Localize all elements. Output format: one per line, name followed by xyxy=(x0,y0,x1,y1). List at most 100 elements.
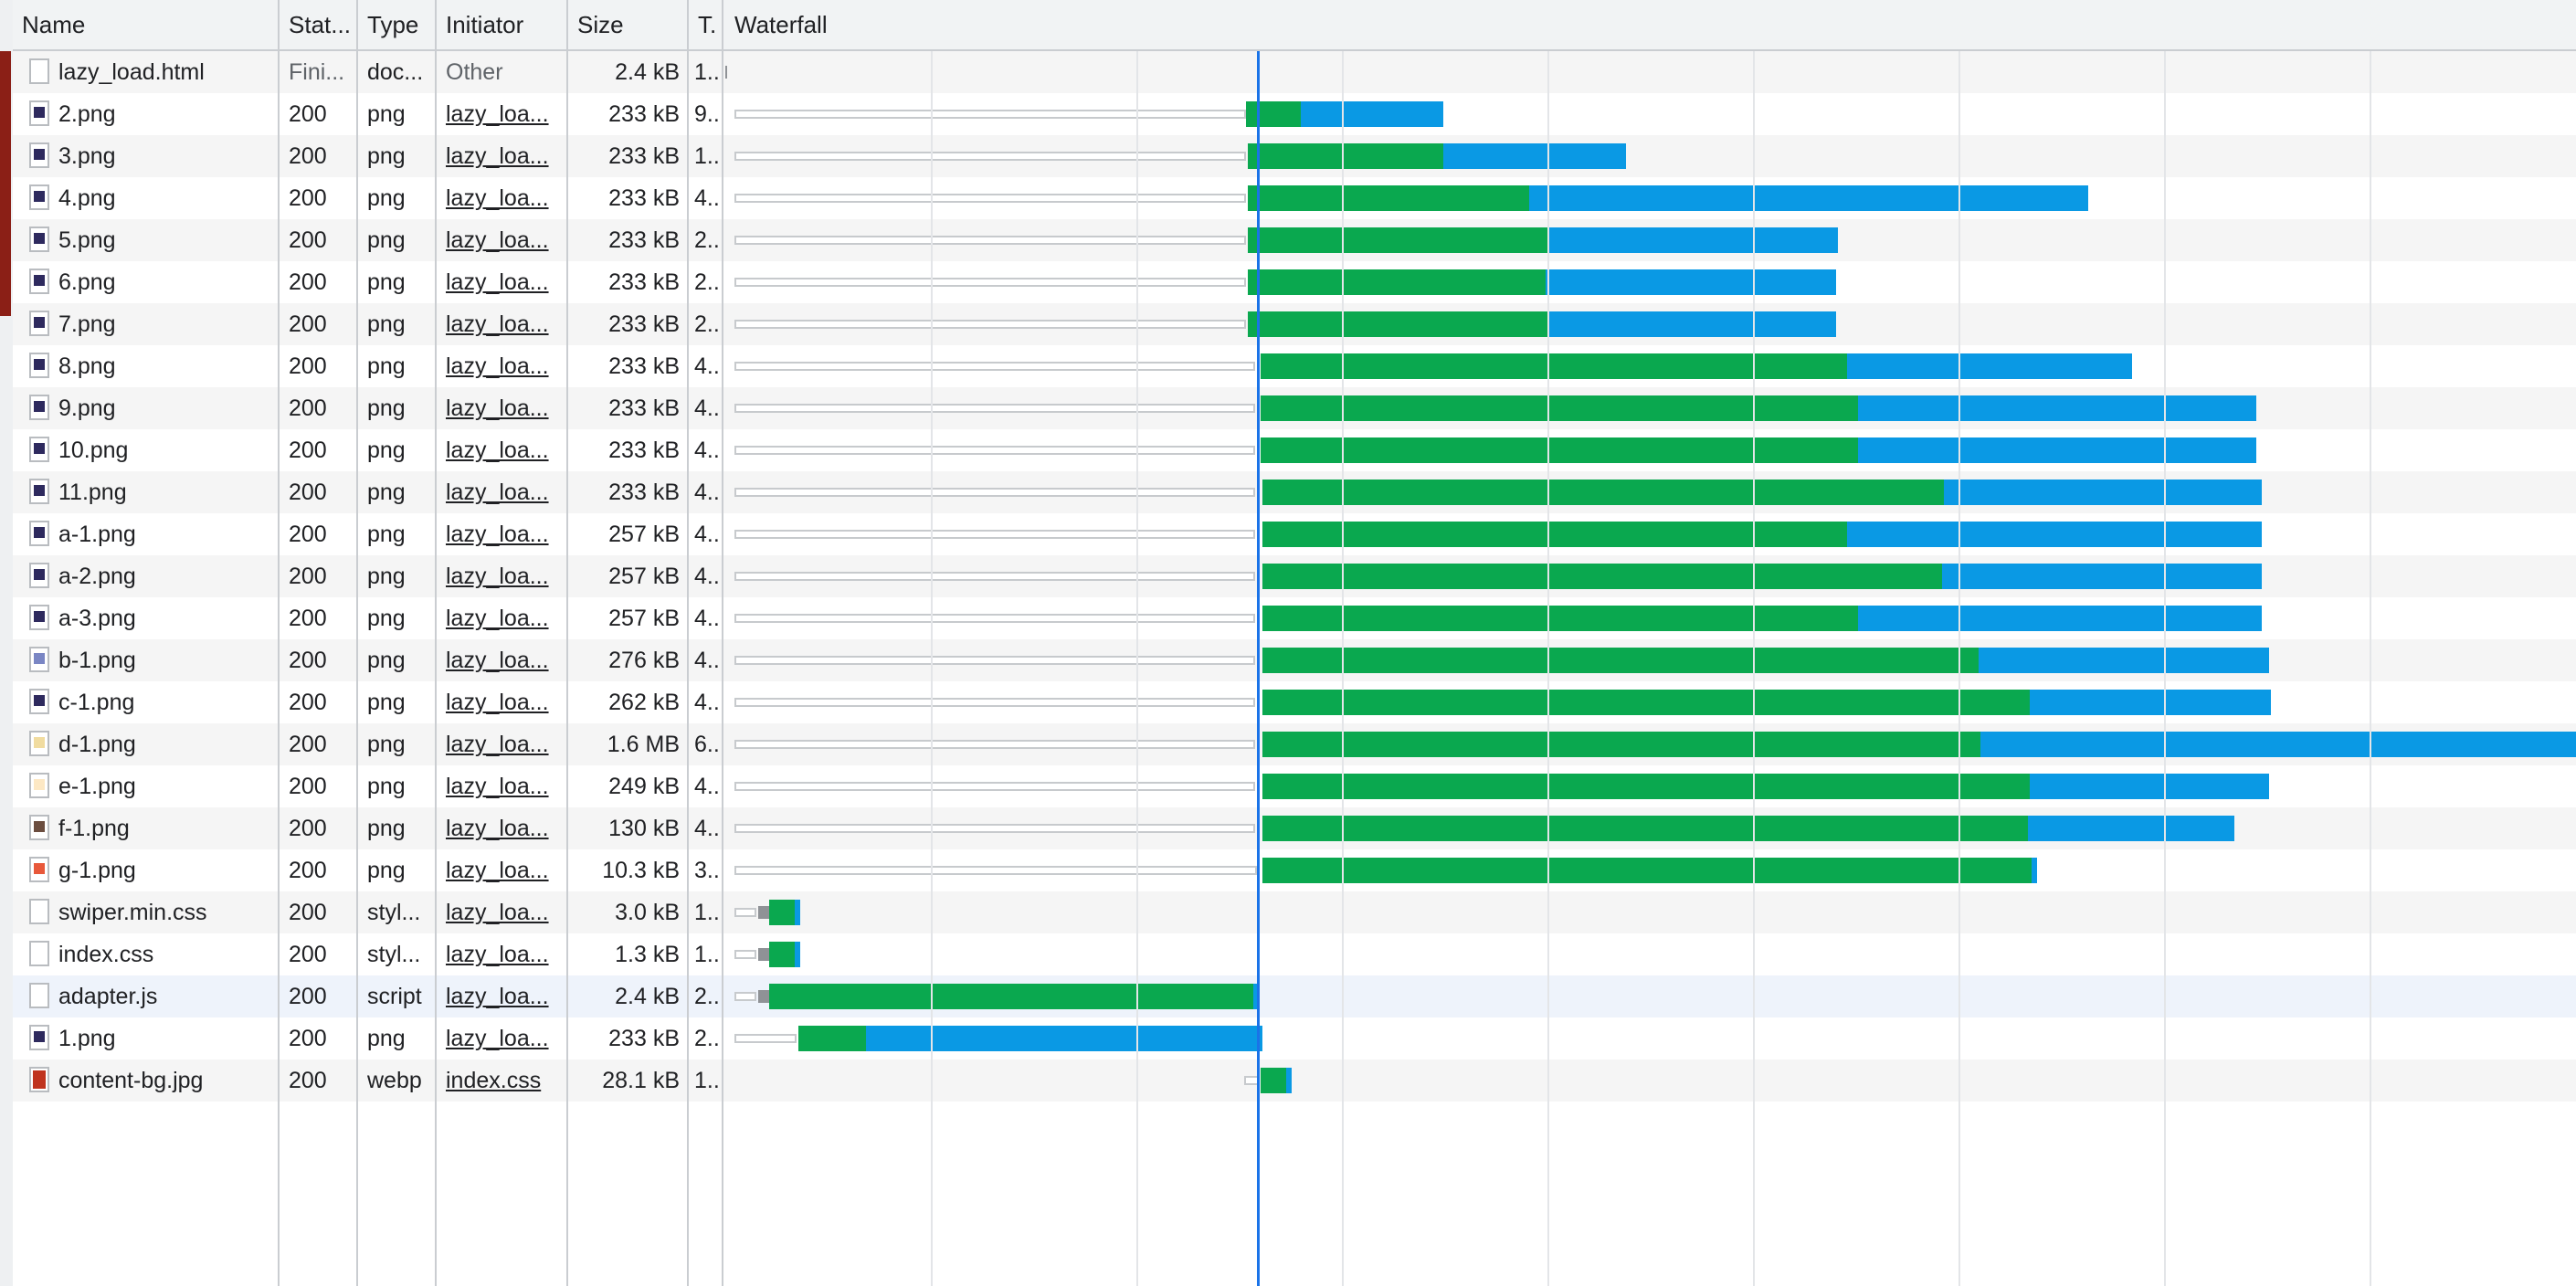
request-type: png xyxy=(367,522,406,547)
initiator-link[interactable]: lazy_loa... xyxy=(446,774,549,799)
initiator-link[interactable]: lazy_loa... xyxy=(446,185,549,211)
waterfall-queueing-bar xyxy=(734,614,1255,623)
initiator-link[interactable]: index.css xyxy=(446,1068,541,1093)
request-initiator[interactable]: lazy_loa... xyxy=(437,681,566,723)
initiator-link[interactable]: lazy_loa... xyxy=(446,984,549,1009)
request-row[interactable]: a-2.png 200 png lazy_loa... 257 kB 4.. xyxy=(13,555,2576,597)
request-row[interactable]: adapter.js 200 script lazy_loa... 2.4 kB 2.. xyxy=(13,975,2576,1017)
request-initiator[interactable]: lazy_loa... xyxy=(437,513,566,555)
column-header-waterfall[interactable]: Waterfall xyxy=(725,0,1091,49)
initiator-link[interactable]: lazy_loa... xyxy=(446,311,549,337)
initiator-link[interactable]: lazy_loa... xyxy=(446,395,549,421)
column-header-initiator[interactable]: Initiator xyxy=(437,0,566,49)
request-row[interactable]: 3.png 200 png lazy_loa... 233 kB 1.. xyxy=(13,135,2576,177)
request-row[interactable]: g-1.png 200 png lazy_loa... 10.3 kB 3.. xyxy=(13,849,2576,891)
request-row[interactable]: c-1.png 200 png lazy_loa... 262 kB 4.. xyxy=(13,681,2576,723)
request-initiator[interactable]: index.css xyxy=(437,1059,566,1102)
request-size: 233 kB xyxy=(608,101,680,127)
request-initiator[interactable]: lazy_loa... xyxy=(437,975,566,1017)
request-initiator[interactable]: lazy_loa... xyxy=(437,597,566,639)
request-initiator[interactable]: lazy_loa... xyxy=(437,723,566,765)
request-initiator[interactable]: lazy_loa... xyxy=(437,471,566,513)
initiator-link[interactable]: lazy_loa... xyxy=(446,269,549,295)
request-status: 200 xyxy=(289,942,327,967)
initiator-link[interactable]: lazy_loa... xyxy=(446,1026,549,1051)
initiator-link[interactable]: lazy_loa... xyxy=(446,900,549,925)
column-header-size[interactable]: Size xyxy=(568,0,687,49)
request-row[interactable]: content-bg.jpg 200 webp index.css 28.1 kB 1.. xyxy=(13,1059,2576,1102)
column-divider[interactable] xyxy=(566,0,568,1286)
request-status: 200 xyxy=(289,858,327,883)
waterfall-queueing-bar xyxy=(734,488,1255,497)
column-divider[interactable] xyxy=(722,0,723,1286)
request-row[interactable]: 11.png 200 png lazy_loa... 233 kB 4.. xyxy=(13,471,2576,513)
request-initiator[interactable]: lazy_loa... xyxy=(437,555,566,597)
request-time: 2.. xyxy=(694,311,720,337)
request-row[interactable]: d-1.png 200 png lazy_loa... 1.6 MB 6.. xyxy=(13,723,2576,765)
request-row[interactable]: lazy_load.html Fini... doc... Other 2.4 kB 1.… xyxy=(13,51,2576,93)
request-row[interactable]: 7.png 200 png lazy_loa... 233 kB 2.. xyxy=(13,303,2576,345)
request-size: 262 kB xyxy=(608,690,680,715)
request-row[interactable]: a-1.png 200 png lazy_loa... 257 kB 4.. xyxy=(13,513,2576,555)
initiator-link[interactable]: lazy_loa... xyxy=(446,143,549,169)
request-row[interactable]: 4.png 200 png lazy_loa... 233 kB 4.. xyxy=(13,177,2576,219)
initiator-link[interactable]: lazy_loa... xyxy=(446,816,549,841)
initiator-link[interactable]: lazy_loa... xyxy=(446,437,549,463)
initiator-link[interactable]: lazy_loa... xyxy=(446,942,549,967)
request-initiator[interactable]: lazy_loa... xyxy=(437,765,566,807)
column-header-name[interactable]: Name xyxy=(13,0,278,49)
initiator-link[interactable]: lazy_loa... xyxy=(446,858,549,883)
request-row[interactable]: a-3.png 200 png lazy_loa... 257 kB 4.. xyxy=(13,597,2576,639)
request-initiator[interactable]: lazy_loa... xyxy=(437,219,566,261)
request-initiator[interactable]: lazy_loa... xyxy=(437,261,566,303)
column-divider[interactable] xyxy=(278,0,280,1286)
request-initiator[interactable]: lazy_loa... xyxy=(437,639,566,681)
request-initiator[interactable]: lazy_loa... xyxy=(437,807,566,849)
request-initiator[interactable]: lazy_loa... xyxy=(437,93,566,135)
request-initiator[interactable]: lazy_loa... xyxy=(437,387,566,429)
initiator-link[interactable]: lazy_loa... xyxy=(446,522,549,547)
waterfall-ttfb-bar xyxy=(1262,648,1979,673)
initiator-link[interactable]: lazy_loa... xyxy=(446,690,549,715)
request-initiator[interactable]: lazy_loa... xyxy=(437,303,566,345)
column-divider[interactable] xyxy=(435,0,437,1286)
request-row[interactable]: 5.png 200 png lazy_loa... 233 kB 2.. xyxy=(13,219,2576,261)
request-row[interactable]: index.css 200 styl... lazy_loa... 1.3 kB 1.. xyxy=(13,933,2576,975)
request-row[interactable]: 6.png 200 png lazy_loa... 233 kB 2.. xyxy=(13,261,2576,303)
request-initiator[interactable]: lazy_loa... xyxy=(437,345,566,387)
initiator-link[interactable]: lazy_loa... xyxy=(446,732,549,757)
column-header-status[interactable]: Stat... xyxy=(280,0,356,49)
request-initiator[interactable]: lazy_loa... xyxy=(437,933,566,975)
request-initiator[interactable]: lazy_loa... xyxy=(437,135,566,177)
initiator-link[interactable]: lazy_loa... xyxy=(446,353,549,379)
request-row[interactable]: 2.png 200 png lazy_loa... 233 kB 9.. xyxy=(13,93,2576,135)
request-row[interactable]: 8.png 200 png lazy_loa... 233 kB 4.. xyxy=(13,345,2576,387)
initiator-link[interactable]: lazy_loa... xyxy=(446,564,549,589)
initiator-link[interactable]: lazy_loa... xyxy=(446,606,549,631)
request-type: png xyxy=(367,311,406,337)
column-header-type[interactable]: Type xyxy=(358,0,435,49)
column-divider[interactable] xyxy=(356,0,358,1286)
request-initiator[interactable]: lazy_loa... xyxy=(437,849,566,891)
waterfall-ttfb-bar xyxy=(769,900,795,925)
request-initiator[interactable]: lazy_loa... xyxy=(437,429,566,471)
request-row[interactable]: b-1.png 200 png lazy_loa... 276 kB 4.. xyxy=(13,639,2576,681)
request-status: 200 xyxy=(289,437,327,463)
column-header-time[interactable]: T. xyxy=(689,0,720,49)
request-row[interactable]: 1.png 200 png lazy_loa... 233 kB 2.. xyxy=(13,1017,2576,1059)
initiator-link[interactable]: lazy_loa... xyxy=(446,227,549,253)
request-row[interactable]: f-1.png 200 png lazy_loa... 130 kB 4.. xyxy=(13,807,2576,849)
image-file-icon xyxy=(29,563,49,588)
waterfall-queueing-bar xyxy=(734,908,756,917)
request-initiator[interactable]: lazy_loa... xyxy=(437,1017,566,1059)
column-divider[interactable] xyxy=(687,0,689,1286)
initiator-link[interactable]: lazy_loa... xyxy=(446,648,549,673)
initiator-link[interactable]: lazy_loa... xyxy=(446,480,549,505)
request-row[interactable]: swiper.min.css 200 styl... lazy_loa... 3.0 k… xyxy=(13,891,2576,933)
request-row[interactable]: e-1.png 200 png lazy_loa... 249 kB 4.. xyxy=(13,765,2576,807)
request-initiator[interactable]: lazy_loa... xyxy=(437,177,566,219)
request-initiator[interactable]: lazy_loa... xyxy=(437,891,566,933)
request-row[interactable]: 10.png 200 png lazy_loa... 233 kB 4.. xyxy=(13,429,2576,471)
request-row[interactable]: 9.png 200 png lazy_loa... 233 kB 4.. xyxy=(13,387,2576,429)
initiator-link[interactable]: lazy_loa... xyxy=(446,101,549,127)
